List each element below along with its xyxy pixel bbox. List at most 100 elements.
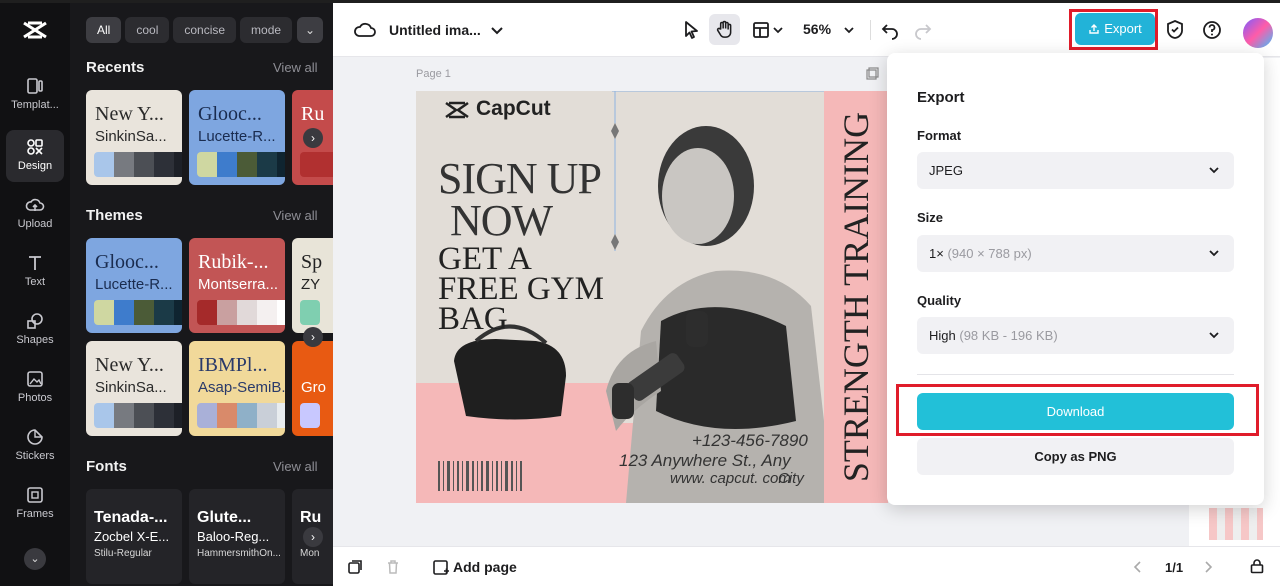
format-label: Format xyxy=(917,128,962,143)
quality-value: High xyxy=(929,328,956,343)
format-select[interactable]: JPEG xyxy=(917,152,1234,189)
page-label: Page 1 xyxy=(416,68,451,80)
color-swatches xyxy=(300,300,320,325)
style-card[interactable]: Gro xyxy=(292,341,333,436)
color-swatch xyxy=(300,300,320,325)
themes-next-button[interactable]: › xyxy=(303,327,323,347)
poster-city: City xyxy=(778,470,804,487)
page-counter: 1/1 xyxy=(1165,560,1184,575)
color-swatches xyxy=(197,403,285,428)
capcut-logo-icon[interactable] xyxy=(20,17,50,43)
color-swatches xyxy=(300,152,333,177)
toolbar-divider xyxy=(870,20,871,40)
lock-icon[interactable] xyxy=(1249,558,1265,574)
rail-expand-button[interactable]: ⌄ xyxy=(24,548,46,570)
style-card[interactable]: Sp ZY xyxy=(292,238,333,333)
chevron-right-icon: › xyxy=(311,131,315,145)
chevron-down-icon[interactable] xyxy=(843,24,855,36)
layout-icon[interactable] xyxy=(749,18,773,42)
hand-tool-button[interactable] xyxy=(709,14,740,45)
rail-item-upload[interactable]: Upload xyxy=(6,188,64,240)
quality-detail: (98 KB - 196 KB) xyxy=(959,328,1058,343)
font-sample-f1: Tenada-... xyxy=(94,509,168,526)
redo-icon[interactable] xyxy=(911,18,935,42)
page-thumbnail[interactable] xyxy=(1209,508,1263,540)
fonts-next-button[interactable]: › xyxy=(303,527,323,547)
layers-icon[interactable] xyxy=(347,559,363,575)
style-card-heading-font: Glooc... xyxy=(198,103,262,125)
style-card-heading-font: New Y... xyxy=(95,354,164,376)
size-select[interactable]: 1× (940 × 788 px) xyxy=(917,235,1234,272)
recents-next-button[interactable]: › xyxy=(303,128,323,148)
poster-address: 123 Anywhere St., Any xyxy=(619,451,791,470)
style-card[interactable]: Rubik-... Montserra... xyxy=(189,238,285,333)
color-swatch xyxy=(94,300,114,325)
color-swatches xyxy=(94,152,182,177)
quality-select[interactable]: High (98 KB - 196 KB) xyxy=(917,317,1234,354)
undo-icon[interactable] xyxy=(878,18,902,42)
chip-cool[interactable]: cool xyxy=(125,17,170,43)
poster-canvas[interactable]: CapCut SIGN UP NOW GET A FREE GYM BAG ST… xyxy=(416,91,888,503)
shield-icon[interactable] xyxy=(1163,18,1187,42)
style-card[interactable]: Glooc... Lucette-R... xyxy=(189,90,285,185)
trash-icon[interactable] xyxy=(385,559,401,575)
font-pair-card[interactable]: Glute... Baloo-Reg... HammersmithOn... xyxy=(189,489,285,584)
rail-item-frames[interactable]: Frames xyxy=(6,478,64,530)
rail-item-photos[interactable]: Photos xyxy=(6,362,64,414)
rail-label: Design xyxy=(17,160,53,172)
help-icon[interactable] xyxy=(1200,18,1224,42)
rail-item-templates[interactable]: Templat... xyxy=(6,69,64,121)
chevron-down-icon[interactable] xyxy=(772,24,784,36)
style-card[interactable]: Glooc... Lucette-R... xyxy=(86,238,182,333)
copy-as-png-button[interactable]: Copy as PNG xyxy=(917,438,1234,475)
color-swatch xyxy=(94,152,114,177)
poster-website: www. capcut. com xyxy=(670,470,791,487)
color-swatch xyxy=(217,152,237,177)
download-highlight-box xyxy=(896,384,1259,436)
style-card-body-font: Gro xyxy=(301,379,327,396)
poster-side-text: STRENGTH TRAINING xyxy=(836,111,876,483)
style-card[interactable]: IBMPl... Asap-SemiB... xyxy=(189,341,285,436)
color-swatches xyxy=(300,403,320,428)
add-page-icon[interactable] xyxy=(432,559,450,577)
add-page-button[interactable]: Add page xyxy=(453,559,517,575)
chevron-down-icon[interactable] xyxy=(485,18,509,42)
fonts-view-all-link[interactable]: View all xyxy=(273,459,318,474)
chip-all[interactable]: All xyxy=(86,17,122,43)
style-card[interactable]: New Y... SinkinSa... xyxy=(86,341,182,436)
rail-label: Stickers xyxy=(15,450,55,462)
style-card-body-font: Asap-SemiB... xyxy=(198,379,285,396)
font-sample-f3: Stilu-Regular xyxy=(94,548,152,559)
rail-label: Shapes xyxy=(16,334,54,346)
recents-view-all-link[interactable]: View all xyxy=(273,60,318,75)
document-title[interactable]: Untitled ima... xyxy=(389,22,481,38)
filter-chips: All cool concise mode xyxy=(86,17,333,43)
rail-item-design[interactable]: Design xyxy=(6,130,64,182)
color-swatch xyxy=(114,300,134,325)
color-swatch xyxy=(197,403,217,428)
chip-mode[interactable]: mode xyxy=(240,17,293,43)
chevron-right-icon[interactable] xyxy=(1201,560,1215,574)
ai-assistant-avatar[interactable] xyxy=(1243,18,1273,48)
cloud-icon[interactable] xyxy=(353,18,377,42)
chips-dropdown-button[interactable]: ⌄ xyxy=(297,17,323,43)
rail-item-text[interactable]: Text xyxy=(6,246,64,298)
chevron-left-icon[interactable] xyxy=(1131,560,1145,574)
color-swatch xyxy=(257,403,277,428)
duplicate-page-icon[interactable] xyxy=(866,67,879,80)
zoom-level[interactable]: 56% xyxy=(803,21,831,37)
rail-item-stickers[interactable]: Stickers xyxy=(6,420,64,472)
chip-concise[interactable]: concise xyxy=(173,17,237,43)
color-swatch xyxy=(237,300,257,325)
style-card-body-font: SinkinSa... xyxy=(95,379,167,396)
style-card[interactable]: New Y... SinkinSa... xyxy=(86,90,182,185)
themes-view-all-link[interactable]: View all xyxy=(273,208,318,223)
font-pair-card[interactable]: Tenada-... Zocbel X-E... Stilu-Regular xyxy=(86,489,182,584)
chevron-right-icon: › xyxy=(311,530,315,544)
upload-cloud-icon xyxy=(25,198,45,211)
pointer-icon[interactable] xyxy=(679,18,703,42)
rail-label: Frames xyxy=(16,508,54,520)
color-swatch xyxy=(114,152,134,177)
rail-item-shapes[interactable]: Shapes xyxy=(6,304,64,356)
color-swatch xyxy=(174,403,182,428)
